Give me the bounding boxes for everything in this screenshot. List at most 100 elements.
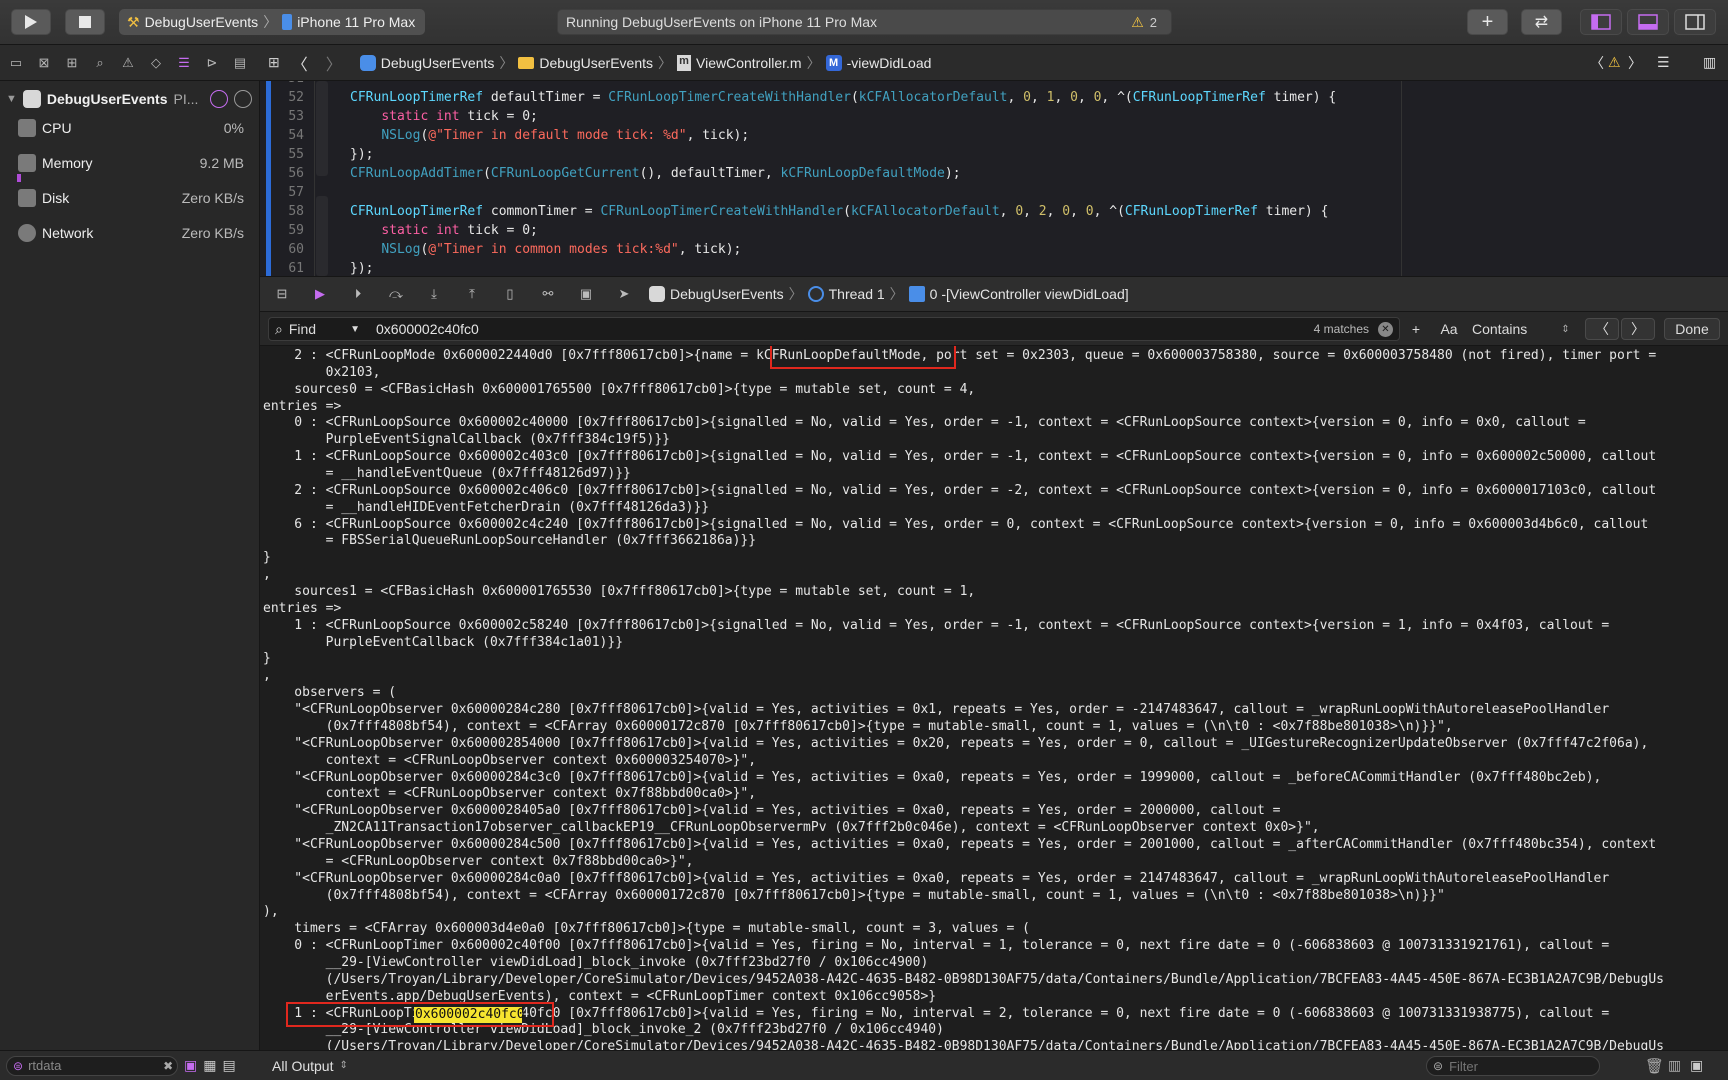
step-out-icon[interactable]: ⤒: [462, 284, 482, 304]
previous-issue-icon[interactable]: 〈: [1590, 53, 1604, 73]
code-text: NSLog(@"Timer in default mode tick: %d",…: [381, 128, 750, 143]
trash-icon[interactable]: 🗑: [1645, 1057, 1664, 1075]
warnings-indicator[interactable]: ⚠ 2: [1131, 14, 1157, 31]
breadcrumb-group[interactable]: DebugUserEvents: [518, 55, 653, 71]
gauge-network[interactable]: Network Zero KB/s: [18, 218, 244, 248]
debug-frame[interactable]: 0 -[ViewController viewDidLoad]: [908, 286, 1129, 302]
code-text: });: [350, 147, 374, 162]
debug-navigator-icon[interactable]: ☰: [174, 53, 194, 73]
editor-options-icon[interactable]: ☰: [1657, 54, 1670, 71]
console-filter-input[interactable]: [1449, 1058, 1590, 1074]
simulate-location-icon[interactable]: ➤: [614, 284, 634, 304]
toggle-inspector-button[interactable]: [1674, 9, 1716, 35]
match-type-menu[interactable]: Contains ⇕: [1472, 318, 1572, 340]
warning-icon[interactable]: ⚠: [1608, 54, 1621, 71]
previous-match-button[interactable]: 〈: [1585, 318, 1619, 340]
source-editor[interactable]: 51 52 CFRunLoopTimerRef defaultTimer = CFR…: [260, 81, 1728, 276]
scheme-selector[interactable]: ⚒ DebugUserEvents 〉 iPhone 11 Pro Max: [119, 9, 425, 35]
console-filter-field[interactable]: ⊜: [1426, 1056, 1600, 1076]
forward-icon[interactable]: 〉: [326, 51, 342, 75]
next-match-button[interactable]: 〉: [1621, 318, 1655, 340]
code-review-button[interactable]: ⇄: [1521, 9, 1562, 35]
disclosure-triangle-icon[interactable]: ▼: [6, 93, 17, 105]
code-line: 57: [260, 185, 350, 204]
filter-frames-icon[interactable]: ▤: [222, 1057, 235, 1074]
console-view-icon[interactable]: ▣: [1690, 1057, 1703, 1074]
match-count: 4 matches: [1313, 322, 1369, 336]
filter-crashed-icon[interactable]: ▣: [184, 1057, 197, 1074]
back-icon[interactable]: 〈: [292, 51, 308, 75]
clear-filter-icon[interactable]: ✖: [163, 1059, 173, 1073]
code-text: static int tick = 0;: [381, 109, 538, 124]
objc-file-icon: m: [677, 54, 692, 71]
related-items-icon[interactable]: ⊞: [268, 54, 280, 71]
console-line: "<CFRunLoopObserver 0x6000028405a0 [0x7f…: [263, 803, 1281, 819]
stop-button[interactable]: [65, 9, 105, 35]
search-icon: ⌕: [275, 320, 283, 337]
add-pattern-icon[interactable]: +: [1404, 318, 1428, 340]
console-line: __29-[ViewController viewDidLoad]_block_…: [263, 954, 929, 970]
process-status-icon[interactable]: [210, 90, 229, 108]
breakpoints-toggle-icon[interactable]: ▶: [310, 284, 330, 304]
console-line: (/Users/Troyan/Library/Developer/CoreSim…: [263, 971, 1664, 987]
gauge-memory[interactable]: Memory 9.2 MB: [17, 148, 244, 182]
case-sensitive-toggle[interactable]: Aa: [1436, 318, 1462, 340]
console-line: 2 : <CFRunLoopMode 0x6000022440d0 [0x7ff…: [263, 348, 1657, 363]
console-line: }: [263, 651, 271, 667]
console-line: "<CFRunLoopObserver 0x60000284c280 [0x7f…: [263, 702, 1610, 718]
library-button[interactable]: +: [1467, 9, 1508, 35]
gauge-label: Memory: [42, 155, 93, 171]
console-line: ,: [263, 567, 271, 583]
folder-icon[interactable]: ▭: [6, 53, 26, 73]
warning-count: 2: [1149, 15, 1157, 30]
next-issue-icon[interactable]: 〉: [1628, 53, 1642, 73]
output-mode-menu[interactable]: All Output ⇕: [272, 1058, 348, 1074]
thread-icon: [807, 286, 824, 302]
search-match-text: 0x600002c40fc0: [415, 1007, 525, 1022]
navigator-filter-field[interactable]: ⊜ ✖: [6, 1055, 178, 1076]
chevron-right-icon: 〉: [658, 54, 673, 71]
memory-graph-icon[interactable]: ⚯: [538, 284, 558, 304]
find-mode-menu[interactable]: ⌕ Find ▼: [269, 321, 366, 338]
debug-target[interactable]: DebugUserEvents: [649, 286, 784, 302]
find-field[interactable]: ⌕ Find ▼ 4 matches ✕: [268, 317, 1400, 341]
done-button[interactable]: Done: [1664, 318, 1720, 340]
toggle-navigator-button[interactable]: [1580, 9, 1622, 35]
gauge-disk[interactable]: Disk Zero KB/s: [18, 183, 244, 213]
console-line: observers = (: [263, 685, 397, 701]
debug-console[interactable]: 2 : <CFRunLoopMode 0x6000022440d0 [0x7ff…: [260, 346, 1728, 1050]
environment-overrides-icon[interactable]: ▣: [576, 284, 596, 304]
source-control-icon[interactable]: ⊠: [34, 53, 54, 73]
issue-icon[interactable]: ⚠: [118, 53, 138, 73]
clear-search-icon[interactable]: ✕: [1378, 322, 1393, 337]
symbol-icon[interactable]: ⊞: [62, 53, 82, 73]
breakpoint-icon[interactable]: ⊳: [202, 53, 222, 73]
chevron-right-icon: 〉: [263, 14, 278, 30]
filter-icon: ⊜: [1433, 1059, 1444, 1073]
breadcrumb-project[interactable]: DebugUserEvents: [359, 54, 494, 71]
breadcrumb-method[interactable]: M -viewDidLoad: [825, 54, 931, 71]
process-options-icon[interactable]: [234, 90, 253, 108]
project-icon: [359, 54, 376, 71]
find-input[interactable]: [376, 321, 1196, 337]
split-editor-icon[interactable]: ▥: [1703, 54, 1716, 71]
toggle-debug-area-button[interactable]: [1627, 9, 1669, 35]
debug-thread[interactable]: Thread 1: [807, 286, 885, 302]
breadcrumb-file[interactable]: m ViewController.m: [677, 54, 802, 71]
hide-debug-area-icon[interactable]: ⊟: [272, 284, 292, 304]
report-icon[interactable]: ▤: [230, 53, 250, 73]
step-over-icon[interactable]: ⤼: [386, 284, 406, 304]
navigator-filter-input[interactable]: [28, 1058, 159, 1073]
step-into-icon[interactable]: ⤓: [424, 284, 444, 304]
process-row[interactable]: ▼ DebugUserEvents PI...: [6, 87, 256, 111]
view-debugger-icon[interactable]: ▯: [500, 284, 520, 304]
filter-threads-icon[interactable]: ▦: [203, 1057, 216, 1074]
search-icon[interactable]: ⌕: [90, 53, 110, 73]
continue-icon[interactable]: ⏵: [348, 284, 368, 304]
right-panel-icon: [1685, 14, 1705, 30]
console-line: PurpleEventSignalCallback (0x7fff384c19f…: [263, 432, 670, 448]
gauge-cpu[interactable]: CPU 0%: [18, 113, 244, 143]
variables-view-icon[interactable]: ▥: [1668, 1057, 1681, 1074]
test-icon[interactable]: ◇: [146, 53, 166, 73]
run-button[interactable]: [11, 9, 51, 35]
